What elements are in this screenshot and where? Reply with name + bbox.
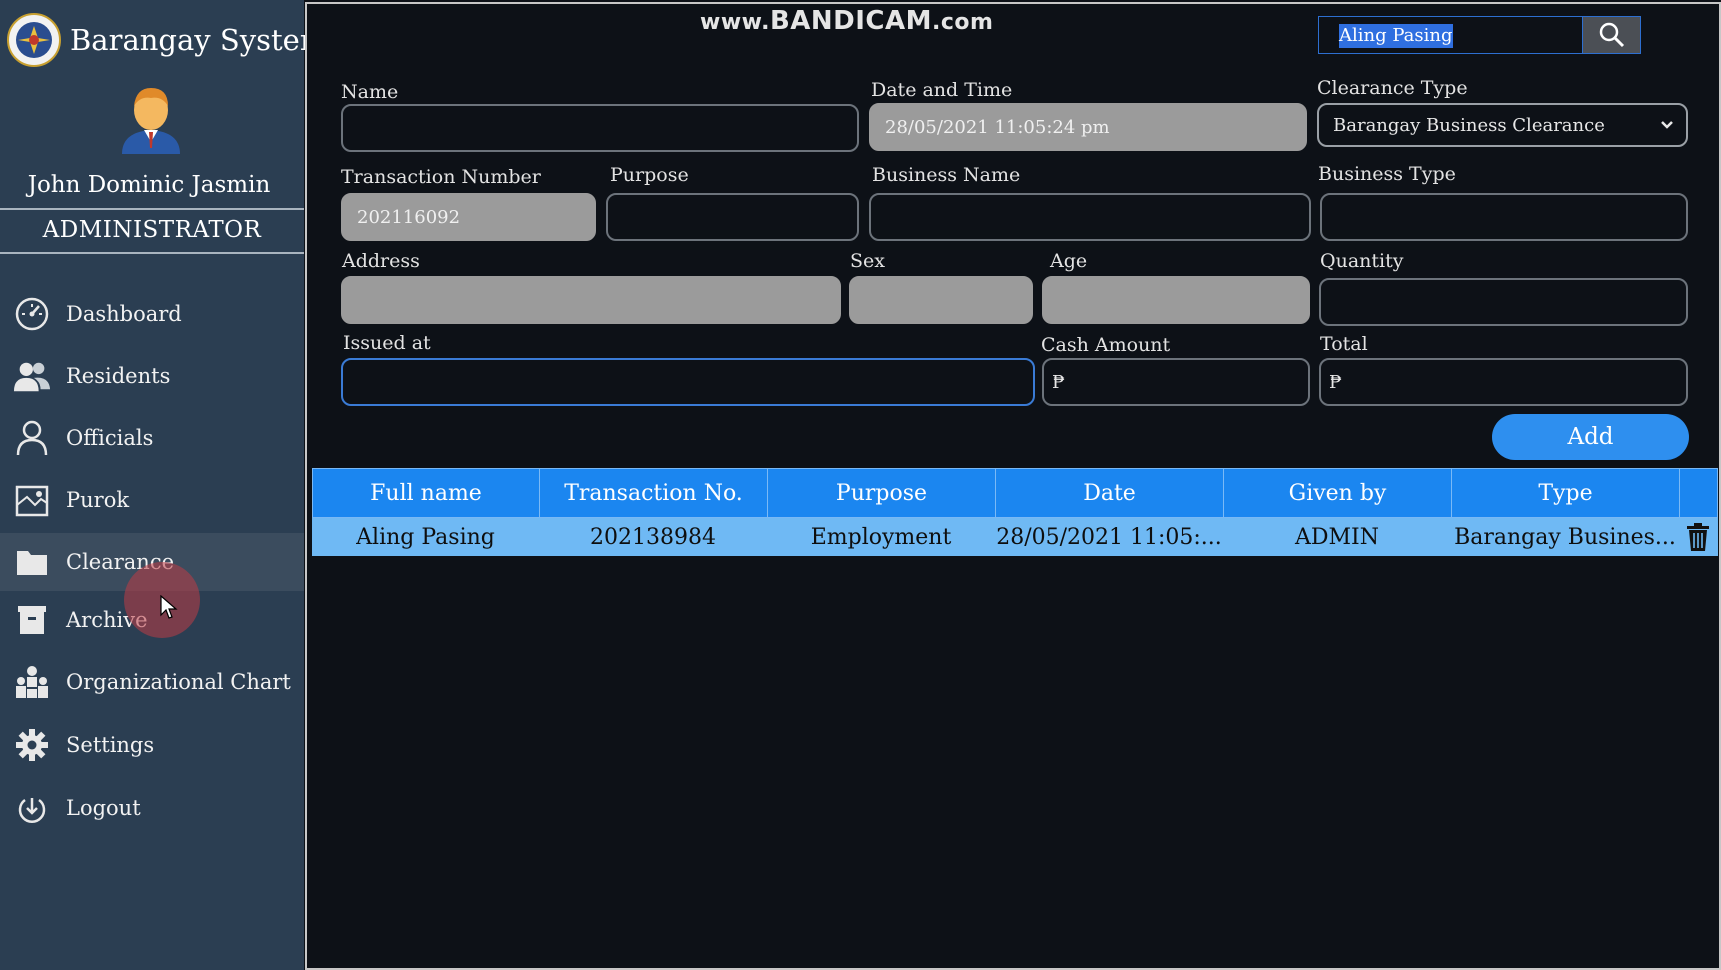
user-role: ADMINISTRATOR <box>42 217 262 243</box>
archive-box-icon <box>13 601 51 639</box>
clearance-type-label: Clearance Type <box>1317 77 1468 99</box>
date-time-label: Date and Time <box>871 79 1013 101</box>
user-avatar-icon <box>122 88 180 154</box>
power-icon <box>13 789 51 827</box>
cash-amount-field[interactable]: ₱ <box>1042 358 1310 406</box>
cell-full-name: Aling Pasing <box>356 524 495 550</box>
purpose-label: Purpose <box>610 164 689 186</box>
column-header-purpose[interactable]: Purpose <box>768 469 996 517</box>
sidebar: Barangay System John Dominic Jasmin ADMI… <box>0 0 327 970</box>
map-icon <box>13 481 51 519</box>
trash-icon[interactable] <box>1684 522 1712 552</box>
age-label: Age <box>1050 250 1088 272</box>
quantity-label: Quantity <box>1320 250 1404 272</box>
sex-label: Sex <box>850 250 885 272</box>
search-button[interactable] <box>1582 17 1640 53</box>
age-field[interactable] <box>1042 276 1310 324</box>
clearance-type-value: Barangay Business Clearance <box>1333 114 1605 136</box>
search-icon <box>1599 22 1624 48</box>
transaction-number-field[interactable]: 202116092 <box>341 193 596 241</box>
column-header-type[interactable]: Type <box>1452 469 1680 517</box>
business-name-field[interactable] <box>869 193 1311 241</box>
clearance-type-select[interactable]: Barangay Business Clearance <box>1317 103 1688 147</box>
folder-icon <box>13 543 51 581</box>
business-type-field[interactable] <box>1320 193 1688 241</box>
sidebar-item-residents[interactable]: Residents <box>0 347 304 405</box>
gear-icon <box>13 726 51 764</box>
date-time-field[interactable]: 28/05/2021 11:05:24 pm <box>869 103 1307 151</box>
column-header-given-by[interactable]: Given by <box>1224 469 1452 517</box>
gauge-icon <box>13 295 51 333</box>
search-input[interactable]: Aling Pasing <box>1319 17 1582 53</box>
chevron-down-icon <box>1661 121 1673 129</box>
divider <box>0 208 304 210</box>
search-box: Aling Pasing <box>1318 16 1641 54</box>
sidebar-item-dashboard[interactable]: Dashboard <box>0 285 304 343</box>
cell-transaction-no: 202138984 <box>590 524 716 550</box>
person-icon <box>13 419 51 457</box>
cell-date: 28/05/2021 11:05:... <box>996 524 1222 550</box>
column-header-full-name[interactable]: Full name <box>313 469 540 517</box>
barangay-seal-icon <box>7 13 61 67</box>
sidebar-item-label: Officials <box>66 426 154 450</box>
issued-at-field[interactable] <box>341 358 1035 406</box>
user-name: John Dominic Jasmin <box>27 172 271 198</box>
brand: Barangay System <box>6 12 327 68</box>
cash-amount-label: Cash Amount <box>1041 334 1171 356</box>
sidebar-item-officials[interactable]: Officials <box>0 409 304 467</box>
divider <box>0 252 304 254</box>
sidebar-item-settings[interactable]: Settings <box>0 716 304 774</box>
transaction-number-label: Transaction Number <box>341 166 541 188</box>
people-icon <box>13 357 51 395</box>
business-type-label: Business Type <box>1318 163 1456 185</box>
table-header: Full name Transaction No. Purpose Date G… <box>312 468 1718 518</box>
app-title: Barangay System <box>70 23 328 57</box>
sidebar-item-label: Residents <box>66 364 171 388</box>
cell-given-by: ADMIN <box>1295 524 1379 550</box>
address-label: Address <box>342 250 420 272</box>
sex-field[interactable] <box>849 276 1033 324</box>
purpose-field[interactable] <box>606 193 859 241</box>
add-button[interactable]: Add <box>1492 414 1689 460</box>
name-label: Name <box>341 81 399 103</box>
total-field[interactable]: ₱ <box>1319 358 1688 406</box>
column-header-transaction-no[interactable]: Transaction No. <box>540 469 768 517</box>
sidebar-item-label: Purok <box>66 488 130 512</box>
mouse-cursor-icon <box>160 595 178 619</box>
business-name-label: Business Name <box>872 164 1021 186</box>
sidebar-item-logout[interactable]: Logout <box>0 779 304 837</box>
sidebar-item-organizational-chart[interactable]: Organizational Chart <box>0 653 304 711</box>
quantity-field[interactable] <box>1319 278 1688 326</box>
sidebar-item-label: Dashboard <box>66 302 182 326</box>
column-header-date[interactable]: Date <box>996 469 1224 517</box>
cell-purpose: Employment <box>810 524 952 550</box>
cell-type: Barangay Busines... <box>1454 524 1676 550</box>
org-chart-icon <box>13 663 51 701</box>
sidebar-item-label: Organizational Chart <box>66 670 291 694</box>
issued-at-label: Issued at <box>343 332 431 354</box>
address-field[interactable] <box>341 276 841 324</box>
sidebar-item-purok[interactable]: Purok <box>0 471 304 529</box>
sidebar-item-label: Settings <box>66 733 155 757</box>
table-row[interactable]: Aling Pasing 202138984 Employment 28/05/… <box>312 518 1718 556</box>
name-field[interactable] <box>341 104 859 152</box>
recording-watermark: www.BANDICAM.com <box>700 6 994 36</box>
sidebar-item-label: Logout <box>66 796 141 820</box>
total-label: Total <box>1320 333 1368 355</box>
search-input-value: Aling Pasing <box>1339 24 1453 48</box>
